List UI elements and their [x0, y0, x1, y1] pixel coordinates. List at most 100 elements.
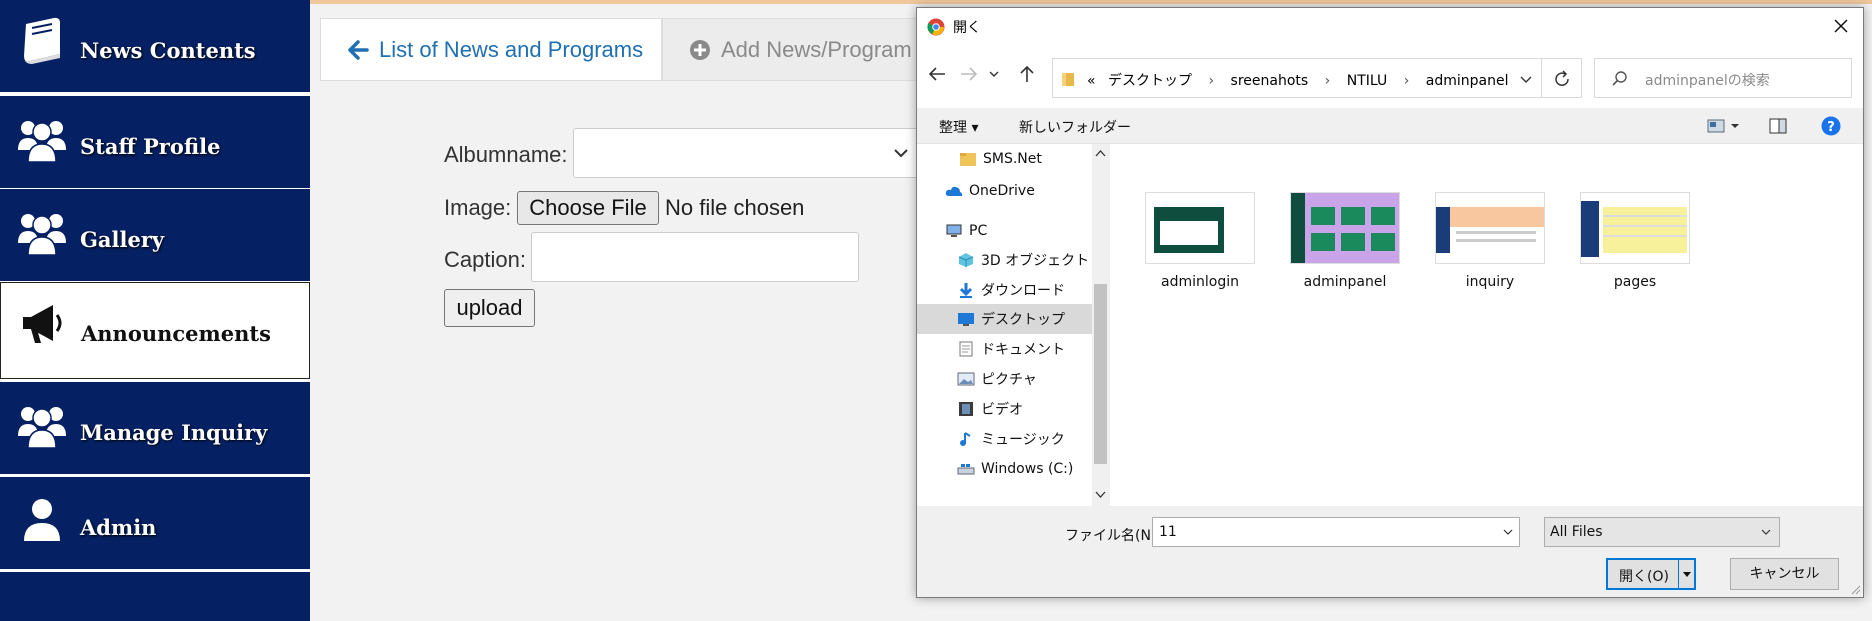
tree-item-pictures[interactable]: ピクチャ [917, 364, 1092, 394]
sidebar-item-manage-inquiry[interactable]: Manage Inquiry [0, 382, 310, 474]
upload-button[interactable]: upload [444, 289, 535, 327]
new-folder-button[interactable]: 新しいフォルダー [1019, 117, 1131, 137]
close-icon[interactable] [1829, 14, 1853, 38]
caption-input[interactable] [531, 232, 859, 282]
filename-label: ファイル名(N): [1065, 528, 1162, 544]
tree-item-pc[interactable]: PC [917, 216, 1092, 246]
chevron-down-icon[interactable] [1095, 490, 1106, 500]
sidebar-item-admin[interactable]: Admin [0, 477, 310, 569]
sidebar: News Contents Staff Profile Gallery Anno… [0, 0, 310, 621]
breadcrumb-item[interactable]: NTILU [1347, 73, 1388, 89]
choose-file-button[interactable]: Choose File [517, 191, 659, 225]
tree-scrollbar[interactable] [1092, 144, 1109, 506]
sidebar-item-label: Manage Inquiry [80, 420, 268, 445]
tree-item-documents[interactable]: ドキュメント [917, 334, 1092, 364]
organize-button[interactable]: 整理 ▾ [939, 117, 978, 137]
resize-grip-icon[interactable] [1849, 583, 1861, 595]
tree-item-desktop[interactable]: デスクトップ [917, 304, 1092, 334]
chevron-down-icon [1683, 572, 1691, 577]
tab-label: Add News/Program [721, 37, 912, 62]
breadcrumb-separator: › [1208, 73, 1215, 89]
search-box[interactable]: adminpanelの検索 [1594, 58, 1852, 98]
sidebar-item-news-contents[interactable]: News Contents [0, 0, 310, 92]
users-icon [18, 407, 66, 449]
file-item[interactable]: inquiry [1430, 192, 1550, 290]
forward-arrow-icon[interactable] [957, 62, 981, 86]
tab-add-news[interactable]: Add News/Program [662, 18, 920, 81]
address-bar[interactable]: « デスクトップ › sreenahots › NTILU › adminpan… [1052, 58, 1542, 98]
tree-item-music[interactable]: ミュージック [917, 424, 1092, 454]
tree-item-label: デスクトップ [981, 312, 1065, 328]
dialog-navbar: « デスクトップ › sreenahots › NTILU › adminpan… [917, 44, 1863, 108]
users-icon [18, 214, 66, 256]
file-item[interactable]: pages [1575, 192, 1695, 290]
filetype-select[interactable]: All Files [1544, 517, 1780, 547]
search-icon [1612, 71, 1627, 86]
plus-circle-icon [690, 40, 710, 60]
dialog-footer: ファイル名(N): 11 All Files 開く(O) キャンセル [917, 506, 1863, 597]
chevron-up-icon[interactable] [1095, 148, 1106, 158]
tree-item-label: SMS.Net [983, 151, 1042, 167]
sidebar-item-gallery[interactable]: Gallery [0, 189, 310, 281]
refresh-button[interactable] [1542, 58, 1582, 98]
open-button-label: 開く(O) [1619, 569, 1669, 585]
folder-icon [960, 153, 976, 166]
tree-item-sms-net[interactable]: SMS.Net [917, 144, 1092, 174]
document-icon [959, 341, 973, 357]
chrome-icon [927, 18, 945, 36]
scrollbar-thumb[interactable] [1094, 284, 1107, 464]
tree-item-label: ドキュメント [981, 342, 1065, 358]
filename-input[interactable]: 11 [1152, 517, 1520, 547]
top-accent-bar [310, 0, 1872, 4]
cloud-icon [945, 186, 963, 196]
cancel-button[interactable]: キャンセル [1730, 558, 1839, 590]
breadcrumb-item[interactable]: adminpanel [1426, 73, 1509, 89]
file-name: adminlogin [1161, 274, 1239, 290]
book-icon [24, 17, 60, 64]
caption-label: Caption: [444, 247, 526, 272]
tab-list-news[interactable]: List of News and Programs [320, 18, 662, 81]
file-thumbnail [1145, 192, 1255, 264]
breadcrumb-item[interactable]: デスクトップ [1108, 73, 1192, 89]
tree-item-label: ミュージック [981, 432, 1065, 448]
chevron-down-icon [894, 149, 908, 158]
breadcrumb-overflow[interactable]: « [1087, 73, 1096, 89]
chevron-down-icon[interactable] [987, 62, 1001, 86]
albumname-select[interactable] [573, 128, 920, 178]
chevron-down-icon[interactable] [1503, 527, 1513, 537]
tree-item-onedrive[interactable]: OneDrive [917, 176, 1092, 206]
open-dropdown[interactable] [1678, 560, 1694, 588]
picture-icon [957, 372, 975, 386]
open-button[interactable]: 開く(O) [1606, 558, 1696, 590]
sidebar-item-staff-profile[interactable]: Staff Profile [0, 96, 310, 188]
help-icon[interactable]: ? [1821, 116, 1841, 136]
chevron-down-icon [1761, 529, 1771, 535]
breadcrumb-item[interactable]: sreenahots [1231, 73, 1309, 89]
desktop-icon [958, 313, 974, 326]
sidebar-item-label: Staff Profile [80, 134, 221, 159]
view-options-icon[interactable] [1707, 118, 1741, 134]
tree-item-windows-c[interactable]: Windows (C:) [917, 454, 1092, 484]
tree-item-label: PC [969, 223, 988, 239]
tree-item-label: Windows (C:) [981, 461, 1074, 477]
tree-item-downloads[interactable]: ダウンロード [917, 275, 1092, 305]
file-thumbnail [1580, 192, 1690, 264]
cube-icon [958, 253, 974, 267]
user-icon [24, 499, 60, 541]
tree-item-3d-objects[interactable]: 3D オブジェクト [917, 245, 1092, 275]
file-item[interactable]: adminpanel [1285, 192, 1405, 290]
back-arrow-icon[interactable] [925, 62, 949, 86]
sidebar-item-label: News Contents [80, 38, 256, 63]
tree-item-videos[interactable]: ビデオ [917, 394, 1092, 424]
folder-icon [1062, 73, 1074, 86]
up-arrow-icon[interactable] [1015, 62, 1039, 86]
sidebar-footer [0, 572, 310, 621]
file-list: adminlogin adminpanel inquiry pages [1110, 144, 1863, 506]
breadcrumb-separator: › [1403, 73, 1410, 89]
open-file-dialog: 開く « デスクトップ › sreenahots › NTILU › admin… [916, 7, 1864, 598]
chevron-down-icon[interactable] [1519, 72, 1533, 86]
download-icon [959, 283, 973, 298]
sidebar-item-announcements[interactable]: Announcements [0, 282, 310, 379]
preview-pane-icon[interactable] [1769, 118, 1787, 134]
file-item[interactable]: adminlogin [1140, 192, 1260, 290]
